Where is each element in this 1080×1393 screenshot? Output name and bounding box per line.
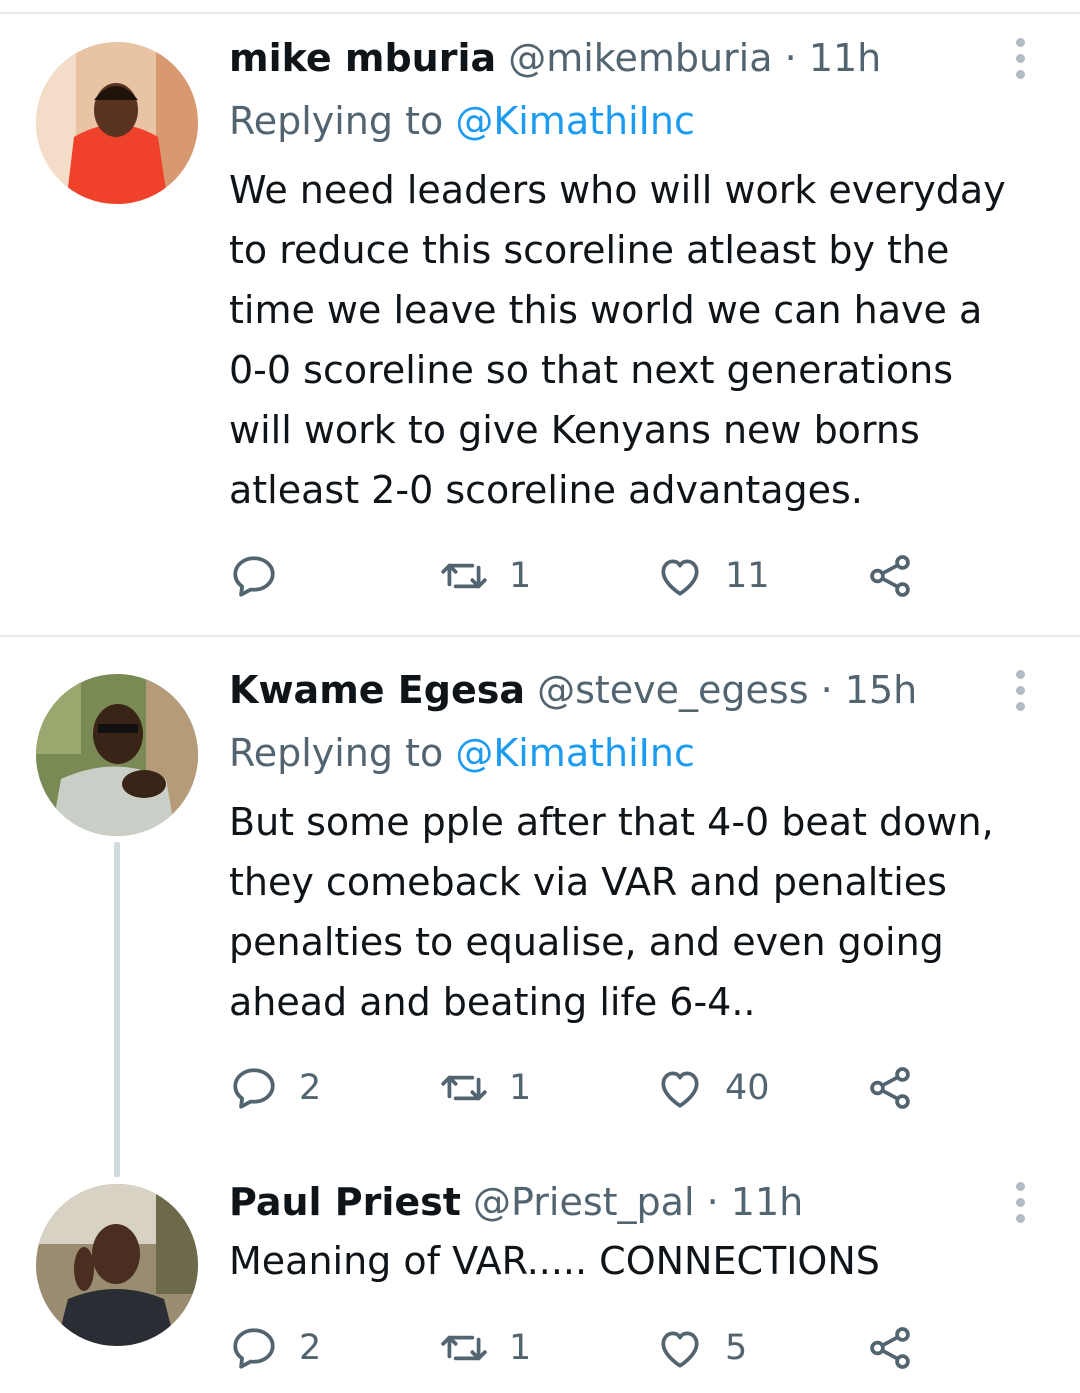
retweet-count: 1: [509, 1068, 532, 1108]
tweet-text-line: We need leaders who will work everyday: [229, 168, 1006, 212]
avatar[interactable]: [36, 42, 198, 204]
tweet-header: Paul Priest @Priest_pal · 11h: [229, 1177, 803, 1227]
more-vertical-icon[interactable]: [1005, 33, 1035, 83]
share-icon: [870, 555, 910, 597]
retweet-icon: [441, 563, 487, 589]
user-handle[interactable]: @steve_egess: [537, 668, 808, 712]
tweet-1[interactable]: mike mburia @mikemburia · 11h Replying t…: [0, 0, 1080, 635]
tweet-text-line: 0-0 scoreline so that next generations: [229, 348, 954, 392]
like-count: 11: [725, 556, 770, 596]
user-handle[interactable]: @Priest_pal: [473, 1180, 694, 1224]
retweet-button[interactable]: 1: [439, 1058, 531, 1118]
display-name[interactable]: Paul Priest: [229, 1180, 461, 1224]
reply-icon: [233, 1068, 275, 1109]
more-vertical-icon[interactable]: [1005, 1177, 1035, 1227]
retweet-icon: [441, 1075, 487, 1101]
like-count: 40: [725, 1068, 770, 1108]
reply-count: 2: [299, 1328, 322, 1368]
heart-icon: [661, 1331, 699, 1368]
tweet-text-line: penalties to equalise, and even going: [229, 920, 944, 964]
replying-to: Replying to @KimathiInc: [229, 728, 695, 778]
mention-link[interactable]: @KimathiInc: [455, 99, 695, 143]
tweet-text: We need leaders who will work everyday t…: [229, 160, 1059, 520]
replying-prefix: Replying to: [229, 731, 444, 775]
tweet-text: But some pple after that 4-0 beat down, …: [229, 792, 1059, 1032]
tweet-text-line: atleast 2-0 scoreline advantages.: [229, 468, 863, 512]
share-icon: [870, 1067, 910, 1109]
tweet-text-line: But some pple after that 4-0 beat down,: [229, 800, 994, 844]
reply-button[interactable]: [229, 546, 299, 606]
heart-icon: [661, 1071, 699, 1108]
tweet-text-line: to reduce this scoreline atleast by the: [229, 228, 950, 272]
heart-icon: [661, 559, 699, 596]
share-button[interactable]: [865, 546, 915, 606]
like-button[interactable]: 40: [655, 1058, 770, 1118]
mention-link[interactable]: @KimathiInc: [455, 731, 695, 775]
like-button[interactable]: 5: [655, 1318, 747, 1378]
timestamp[interactable]: 15h: [845, 668, 917, 712]
avatar[interactable]: [36, 674, 198, 836]
timestamp[interactable]: 11h: [809, 36, 881, 80]
tweet-text-line: they comeback via VAR and penalties: [229, 860, 947, 904]
avatar[interactable]: [36, 1184, 198, 1346]
avatar-photo: [36, 674, 198, 836]
reply-button[interactable]: 2: [229, 1318, 321, 1378]
separator-dot: ·: [784, 36, 797, 80]
retweet-button[interactable]: 1: [439, 546, 531, 606]
reply-button[interactable]: 2: [229, 1058, 321, 1118]
action-bar: 2 1 5: [229, 1318, 949, 1378]
action-bar: 2 1 40: [229, 1058, 949, 1118]
reply-icon: [233, 556, 275, 597]
tweet-header: mike mburia @mikemburia · 11h: [229, 33, 881, 83]
replying-prefix: Replying to: [229, 99, 444, 143]
separator-dot: ·: [706, 1180, 719, 1224]
tweet-text-line: will work to give Kenyans new borns: [229, 408, 920, 452]
avatar-photo: [36, 1184, 198, 1346]
action-bar: 1 11: [229, 546, 949, 606]
tweet-text-line: time we leave this world we can have a: [229, 288, 983, 332]
like-count: 5: [725, 1328, 748, 1368]
retweet-icon: [441, 1335, 487, 1361]
tweet-text: Meaning of VAR..... CONNECTIONS: [229, 1231, 1059, 1291]
separator-dot: ·: [820, 668, 833, 712]
display-name[interactable]: mike mburia: [229, 36, 496, 80]
share-button[interactable]: [865, 1058, 915, 1118]
replying-to: Replying to @KimathiInc: [229, 96, 695, 146]
timestamp[interactable]: 11h: [731, 1180, 803, 1224]
user-handle[interactable]: @mikemburia: [508, 36, 772, 80]
more-vertical-icon[interactable]: [1005, 665, 1035, 715]
thread-line: [114, 842, 120, 1177]
tweet-text-line: ahead and beating life 6-4..: [229, 980, 756, 1024]
share-icon: [870, 1327, 910, 1369]
tweet-header: Kwame Egesa @steve_egess · 15h: [229, 665, 917, 715]
retweet-button[interactable]: 1: [439, 1318, 531, 1378]
reply-icon: [233, 1328, 275, 1369]
tweet-2[interactable]: Kwame Egesa @steve_egess · 15h Replying …: [0, 637, 1080, 1177]
tweet-3[interactable]: Paul Priest @Priest_pal · 11h Meaning of…: [0, 1157, 1080, 1393]
like-button[interactable]: 11: [655, 546, 770, 606]
display-name[interactable]: Kwame Egesa: [229, 668, 525, 712]
avatar-photo: [36, 42, 198, 204]
retweet-count: 1: [509, 556, 532, 596]
tweet-text-line: Meaning of VAR..... CONNECTIONS: [229, 1239, 880, 1283]
retweet-count: 1: [509, 1328, 532, 1368]
share-button[interactable]: [865, 1318, 915, 1378]
reply-count: 2: [299, 1068, 322, 1108]
